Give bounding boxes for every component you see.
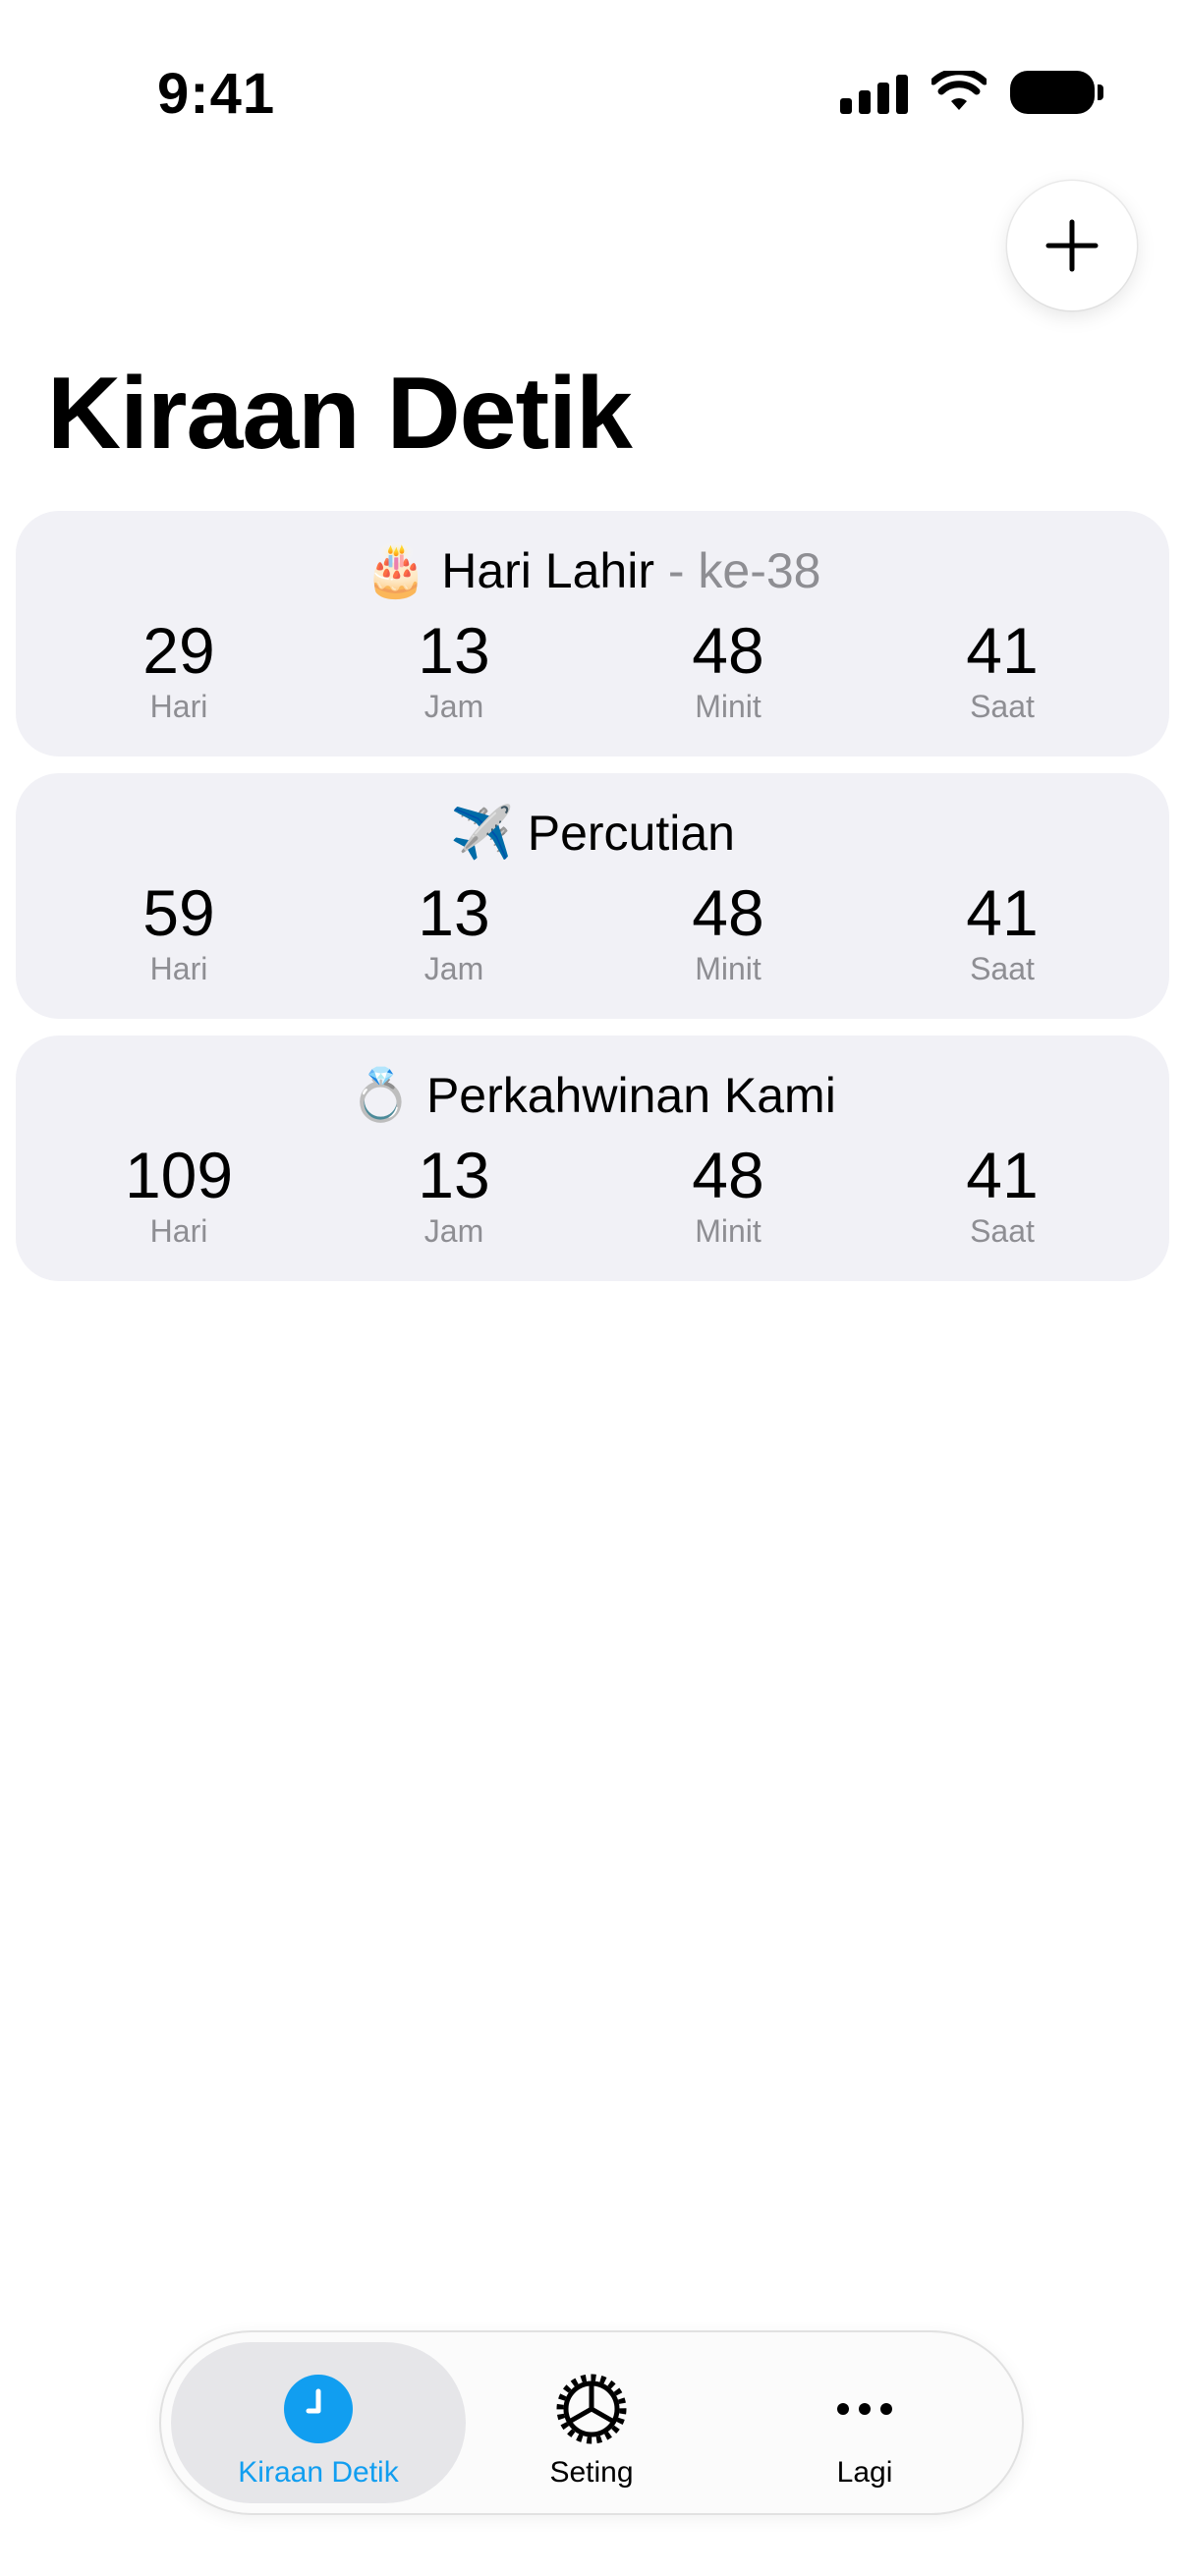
more-icon [837,2403,892,2415]
seconds-value: 41 [966,614,1039,687]
wifi-icon [931,71,987,110]
page-title: Kiraan Detik [47,357,633,471]
days-value: 109 [124,1139,234,1211]
hours-counter: 13 Jam [356,615,552,725]
status-bar: 9:41 [0,0,1185,187]
minutes-value: 48 [692,614,764,687]
plus-icon [1045,219,1099,272]
seconds-label: Saat [970,689,1035,724]
minutes-value: 48 [692,1139,764,1211]
seconds-counter: 41 Saat [904,1140,1100,1250]
countdown-card-wedding[interactable]: 💍 Perkahwinan Kami 109 Hari 13 Jam 48 Minit … [16,1036,1169,1281]
tab-label: Lagi [836,2456,893,2489]
minutes-counter: 48 Minit [630,1140,826,1250]
days-value: 29 [142,614,215,687]
days-counter: 109 Hari [81,1140,277,1250]
countdown-title-text: Hari Lahir [441,543,654,598]
minutes-counter: 48 Minit [630,877,826,987]
days-label: Hari [149,951,208,986]
countdown-title: 💍 Perkahwinan Kami [16,1065,1169,1125]
countdown-card-vacation[interactable]: ✈️ Percutian 59 Hari 13 Jam 48 Minit 41 Saat [16,773,1169,1019]
tab-more[interactable]: Lagi [717,2342,1012,2503]
hours-value: 13 [418,876,490,949]
countdown-title-text: Perkahwinan Kami [425,1068,836,1123]
ring-icon: 💍 [349,1066,413,1125]
days-counter: 59 Hari [81,877,277,987]
seconds-value: 41 [966,876,1039,949]
hours-label: Jam [423,689,484,724]
days-counter: 29 Hari [81,615,277,725]
hours-value: 13 [418,1139,490,1211]
gear-icon [556,2374,627,2444]
hours-counter: 13 Jam [356,1140,552,1250]
countdown-subtitle: - ke-38 [653,543,821,598]
clock-icon [284,2375,353,2443]
seconds-label: Saat [970,951,1035,986]
minutes-label: Minit [695,951,762,986]
battery-icon [1010,71,1103,114]
seconds-value: 41 [966,1139,1039,1211]
countdown-card-birthday[interactable]: 🎂 Hari Lahir - ke-38 29 Hari 13 Jam 48 Minit… [16,511,1169,756]
countdown-title: ✈️ Percutian [16,803,1169,863]
tab-countdown[interactable]: Kiraan Detik [171,2342,466,2503]
tab-bar: Kiraan Detik Seting Lagi [159,2330,1024,2515]
minutes-counter: 48 Minit [630,615,826,725]
days-label: Hari [149,689,208,724]
birthday-cake-icon: 🎂 [364,541,428,600]
countdown-title: 🎂 Hari Lahir - ke-38 [16,540,1169,600]
cellular-signal-icon [840,71,908,114]
hours-value: 13 [418,614,490,687]
seconds-label: Saat [970,1213,1035,1249]
status-time: 9:41 [157,62,276,126]
tab-settings[interactable]: Seting [444,2342,739,2503]
tab-label: Seting [549,2456,634,2489]
minutes-label: Minit [695,689,762,724]
countdown-list: 🎂 Hari Lahir - ke-38 29 Hari 13 Jam 48 Minit… [16,511,1169,1298]
days-value: 59 [142,876,215,949]
minutes-value: 48 [692,876,764,949]
hours-label: Jam [423,1213,484,1249]
hours-label: Jam [423,951,484,986]
minutes-label: Minit [695,1213,762,1249]
tab-label: Kiraan Detik [238,2456,399,2489]
seconds-counter: 41 Saat [904,877,1100,987]
days-label: Hari [149,1213,208,1249]
status-icons [840,71,1103,114]
seconds-counter: 41 Saat [904,615,1100,725]
add-button[interactable] [1007,181,1137,310]
countdown-title-text: Percutian [527,806,735,861]
airplane-icon: ✈️ [450,804,514,863]
hours-counter: 13 Jam [356,877,552,987]
